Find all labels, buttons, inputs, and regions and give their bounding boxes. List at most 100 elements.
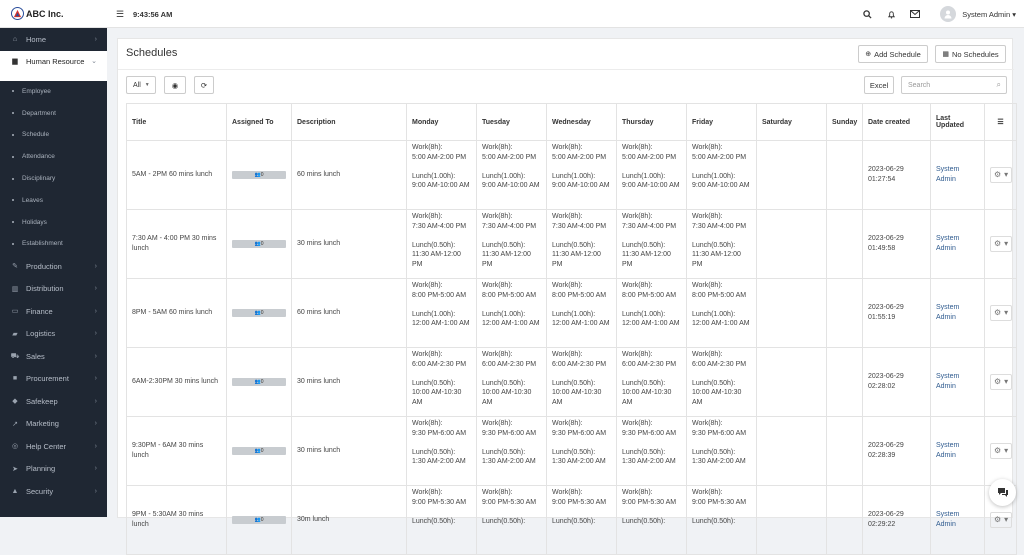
caret-down-icon: ▾ <box>1004 170 1009 180</box>
cell-day-schedule: Work(8h): 6:00 AM-2:30 PM Lunch(0.50h): 10:… <box>406 347 477 417</box>
sidebar-sub-employee[interactable]: Employee <box>0 81 107 103</box>
chat-icon[interactable] <box>989 479 1016 506</box>
work-time: 9:30 PM-6:00 AM <box>482 429 537 437</box>
cell-assigned: 👥0 <box>226 140 292 210</box>
table-row: 7:30 AM - 4:00 PM 30 mins lunch 👥0 30 mins… <box>126 209 1017 279</box>
lunch-time: 11:30 AM-12:00 PM <box>622 251 671 268</box>
actions-dropdown[interactable]: ⚙ ▾ <box>990 167 1013 183</box>
mail-icon[interactable] <box>910 9 921 19</box>
sidebar-sub-schedule[interactable]: Schedule <box>0 124 107 146</box>
cell-day-schedule: Work(8h): 6:00 AM-2:30 PM Lunch(0.50h): 10:… <box>616 347 687 417</box>
search-input[interactable]: Search ⌕ <box>901 76 1007 94</box>
work-label: Work(8h): <box>622 282 653 289</box>
actions-dropdown[interactable]: ⚙ ▾ <box>990 374 1013 390</box>
sidebar-item-procurement[interactable]: ■ Procurement › <box>0 367 107 390</box>
assigned-badge[interactable]: 👥0 <box>232 309 286 318</box>
toggle-visibility-button[interactable]: ◉ <box>164 76 186 94</box>
updated-by-link[interactable]: System Admin <box>936 304 959 321</box>
sidebar-item-help-center[interactable]: ◎ Help Center › <box>0 435 107 458</box>
column-header[interactable]: Assigned To <box>226 103 292 141</box>
updated-by-link[interactable]: System Admin <box>936 373 959 390</box>
sidebar-item-logistics[interactable]: ▰ Logistics › <box>0 322 107 345</box>
cell-day-schedule: Work(8h): 5:00 AM-2:00 PM Lunch(1.00h): 9:0… <box>476 140 547 210</box>
sidebar-item-home[interactable]: ⌂ Home › <box>0 28 107 51</box>
sidebar: ⌂ Home › ▆ Human Resource ⌄ Employee Departm… <box>0 28 107 517</box>
column-header[interactable]: Tuesday <box>476 103 547 141</box>
lunch-time: 12:00 AM-1:00 AM <box>692 320 750 328</box>
cell-day-schedule: Work(8h): 9:00 PM-5:30 AM Lunch(0.50h): <box>546 485 617 555</box>
column-header[interactable]: Wednesday <box>546 103 617 141</box>
sidebar-sub-leaves[interactable]: Leaves <box>0 189 107 211</box>
sidebar-sub-disciplinary[interactable]: Disciplinary <box>0 168 107 190</box>
updated-by-link[interactable]: System Admin <box>936 166 959 183</box>
work-time: 5:00 AM-2:00 PM <box>482 153 537 161</box>
cell-day-schedule: Work(8h): 5:00 AM-2:00 PM Lunch(1.00h): 9:0… <box>686 140 757 210</box>
work-time: 6:00 AM-2:30 PM <box>482 360 537 368</box>
sidebar-item-finance[interactable]: ▭ Finance › <box>0 300 107 323</box>
column-header[interactable]: Description <box>291 103 407 141</box>
lunch-label: Lunch(1.00h): <box>412 310 456 318</box>
column-header[interactable]: Monday <box>406 103 477 141</box>
shield-icon: ◆ <box>12 398 18 406</box>
cell-day-schedule: Work(8h): 9:00 PM-5:30 AM Lunch(0.50h): <box>476 485 547 555</box>
lunch-time: 12:00 AM-1:00 AM <box>482 320 540 328</box>
add-schedule-button[interactable]: ⊕ Add Schedule <box>858 45 928 63</box>
avatar[interactable] <box>940 6 957 22</box>
user-menu[interactable]: System Admin ▾ <box>962 10 1016 19</box>
updated-by-link[interactable]: System Admin <box>936 511 959 528</box>
bell-icon[interactable] <box>886 9 896 19</box>
column-menu-icon[interactable]: ☰ <box>984 103 1017 141</box>
column-header[interactable]: Friday <box>686 103 757 141</box>
sidebar-item-security[interactable]: ▲ Security › <box>0 480 107 503</box>
sidebar-item-planning[interactable]: ➤ Planning › <box>0 457 107 480</box>
cell-day-schedule: Work(8h): 6:00 AM-2:30 PM Lunch(0.50h): 10:… <box>546 347 617 417</box>
cell-title: 8PM - 5AM 60 mins lunch <box>126 278 227 348</box>
work-label: Work(8h): <box>692 213 723 220</box>
sidebar-item-distribution[interactable]: ▥ Distribution › <box>0 277 107 300</box>
no-schedules-button[interactable]: ▦ No Schedules <box>935 45 1006 63</box>
cell-title: 9PM - 5:30AM 30 mins lunch <box>126 485 227 555</box>
actions-dropdown[interactable]: ⚙ ▾ <box>990 512 1013 528</box>
actions-dropdown[interactable]: ⚙ ▾ <box>990 236 1013 252</box>
updated-by-link[interactable]: System Admin <box>936 235 959 252</box>
assigned-badge[interactable]: 👥0 <box>232 516 286 525</box>
assigned-badge[interactable]: 👥0 <box>232 378 286 387</box>
sidebar-sub-holidays[interactable]: Holidays <box>0 211 107 233</box>
cell-day-schedule: Work(8h): 7:30 AM-4:00 PM Lunch(0.50h): 11:… <box>476 209 547 279</box>
sidebar-item-production[interactable]: ✎ Production › <box>0 255 107 278</box>
sidebar-item-sales[interactable]: ⛟ Sales › <box>0 345 107 368</box>
work-label: Work(8h): <box>622 144 653 151</box>
brand[interactable]: ABC Inc. <box>0 0 107 28</box>
column-header[interactable]: Thursday <box>616 103 687 141</box>
work-label: Work(8h): <box>412 420 443 427</box>
column-header[interactable]: Saturday <box>756 103 827 141</box>
sidebar-item-marketing[interactable]: ↗ Marketing › <box>0 412 107 435</box>
actions-dropdown[interactable]: ⚙ ▾ <box>990 305 1013 321</box>
assigned-badge[interactable]: 👥0 <box>232 240 286 249</box>
refresh-button[interactable]: ⟳ <box>194 76 214 94</box>
column-header[interactable]: Title <box>126 103 227 141</box>
sidebar-item-safekeep[interactable]: ◆ Safekeep › <box>0 390 107 413</box>
cell-saturday <box>756 278 827 348</box>
assigned-badge[interactable]: 👥0 <box>232 171 286 180</box>
updated-by-link[interactable]: System Admin <box>936 442 959 459</box>
lifebuoy-icon: ◎ <box>11 443 19 451</box>
search-icon[interactable] <box>862 9 872 19</box>
excel-button[interactable]: Excel <box>864 76 894 94</box>
cell-actions: ⚙ ▾ <box>984 140 1017 210</box>
sidebar-sub-attendance[interactable]: Attendance <box>0 146 107 168</box>
sidebar-item-human-resource[interactable]: ▆ Human Resource ⌄ <box>0 50 107 81</box>
column-header[interactable]: Sunday <box>826 103 863 141</box>
sidebar-sub-establishment[interactable]: Establishment <box>0 233 107 255</box>
lunch-time: 9:00 AM-10:00 AM <box>622 182 680 190</box>
lunch-time: 11:30 AM-12:00 PM <box>692 251 741 268</box>
assigned-badge[interactable]: 👥0 <box>232 447 286 456</box>
cell-description: 30 mins lunch <box>291 209 407 279</box>
sidebar-sub-department[interactable]: Department <box>0 102 107 124</box>
actions-dropdown[interactable]: ⚙ ▾ <box>990 443 1013 459</box>
menu-toggle-icon[interactable]: ☰ <box>116 9 124 20</box>
column-header[interactable]: Last Updated <box>930 103 985 141</box>
caret-down-icon: ▼ <box>144 82 150 88</box>
column-header[interactable]: Date created <box>862 103 931 141</box>
filter-select[interactable]: All ▼ <box>126 76 156 94</box>
